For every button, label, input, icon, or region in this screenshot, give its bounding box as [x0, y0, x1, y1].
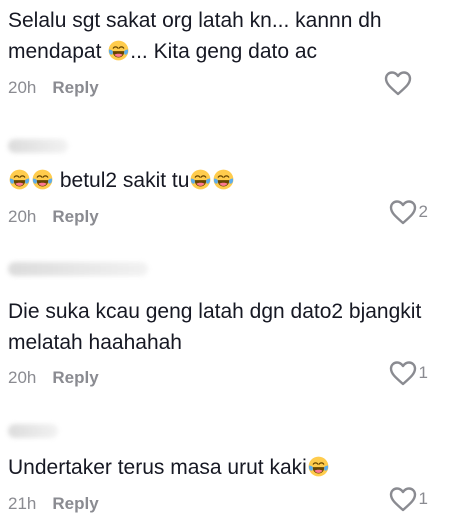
face-with-tears-of-joy-icon: [308, 456, 329, 477]
comment-time: 20h: [8, 78, 37, 97]
like-count: 1: [418, 363, 428, 382]
like-button[interactable]: [384, 70, 412, 96]
like-button[interactable]: 2: [389, 199, 428, 225]
reply-button[interactable]: Reply: [52, 494, 98, 514]
face-with-tears-of-joy-icon: [9, 169, 30, 190]
face-with-tears-of-joy-icon: [213, 169, 234, 190]
comment-text-part: betul2 sakit tu: [54, 169, 190, 192]
comment-text-part: Undertaker terus masa urut kaki: [8, 456, 307, 479]
face-with-tears-of-joy-icon: [32, 169, 53, 190]
like-count: 1: [418, 489, 428, 508]
comment-text: Selalu sgt sakat org latah kn... kannn d…: [8, 5, 434, 67]
comment-item: Undertaker terus masa urut kaki 21h Repl…: [0, 418, 474, 521]
comment-text-line: melatah haahahah: [8, 331, 182, 354]
comment-text: Undertaker terus masa urut kaki: [8, 452, 434, 483]
like-button[interactable]: 1: [389, 486, 428, 512]
comment-time: 21h: [8, 494, 37, 513]
comment-text: Die suka kcau geng latah dgn dato2 bjang…: [8, 296, 434, 358]
heart-icon: [389, 486, 417, 512]
comment-meta: 20h Reply: [8, 78, 99, 98]
comment-time: 20h: [8, 368, 37, 387]
reply-button[interactable]: Reply: [52, 368, 98, 388]
comment-text-line: mendapat ... Kita geng dato ac: [8, 36, 434, 67]
comment-meta: 21h Reply: [8, 494, 99, 514]
heart-icon: [389, 360, 417, 386]
reply-button[interactable]: Reply: [52, 207, 98, 227]
like-button[interactable]: 1: [389, 360, 428, 386]
comment-text-line: Selalu sgt sakat org latah kn... kannn d…: [8, 9, 382, 32]
comment-text-part: ... Kita geng dato ac: [130, 40, 318, 63]
comment-time: 20h: [8, 207, 37, 226]
face-with-tears-of-joy-icon: [108, 40, 129, 61]
reply-button[interactable]: Reply: [52, 78, 98, 98]
comment-item: Selalu sgt sakat org latah kn... kannn d…: [0, 0, 474, 110]
comment-text: betul2 sakit tu: [8, 165, 434, 196]
heart-icon: [389, 199, 417, 225]
comment-meta: 20h Reply: [8, 368, 99, 388]
comment-meta: 20h Reply: [8, 207, 99, 227]
comment-text-part: mendapat: [8, 40, 108, 63]
heart-icon: [384, 70, 412, 96]
like-count: 2: [418, 202, 428, 221]
comment-item: Die suka kcau geng latah dgn dato2 bjang…: [0, 260, 474, 395]
username[interactable]: [8, 424, 58, 438]
comment-item: betul2 sakit tu 20h Reply 2: [0, 135, 474, 235]
face-with-tears-of-joy-icon: [190, 169, 211, 190]
username[interactable]: [8, 139, 68, 153]
comment-text-line: Die suka kcau geng latah dgn dato2 bjang…: [8, 300, 422, 323]
username[interactable]: [8, 262, 148, 276]
